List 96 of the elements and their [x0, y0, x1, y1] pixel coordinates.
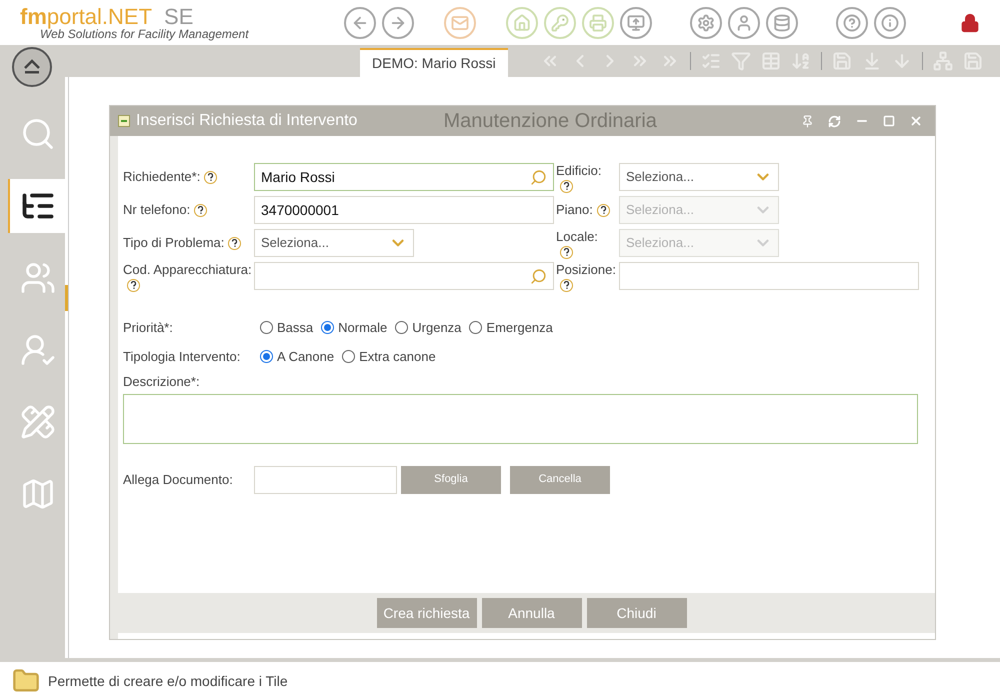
- field-label: Tipologia Intervento:: [123, 348, 242, 366]
- key-icon: [551, 14, 569, 32]
- radio-label: Extra canone: [359, 348, 436, 366]
- input-field[interactable]: 3470000001: [254, 196, 554, 224]
- lookup-field[interactable]: [254, 262, 554, 290]
- file-field[interactable]: [254, 466, 397, 494]
- gear-button[interactable]: [690, 6, 722, 38]
- help-icon[interactable]: [228, 236, 242, 250]
- close-icon[interactable]: [909, 114, 923, 128]
- user-icon: [735, 14, 753, 32]
- radio-button[interactable]: [260, 321, 273, 334]
- printer-button[interactable]: [582, 6, 614, 38]
- save-icon[interactable]: [962, 51, 983, 71]
- help-button[interactable]: [836, 6, 868, 38]
- forward-arrow-button[interactable]: [382, 6, 414, 38]
- help-icon[interactable]: [194, 204, 208, 216]
- help-icon[interactable]: [560, 180, 573, 192]
- key-button[interactable]: [544, 6, 576, 38]
- eject-button[interactable]: [12, 47, 52, 87]
- monitor-button[interactable]: [620, 6, 652, 38]
- help-icon[interactable]: [204, 170, 218, 184]
- help-icon[interactable]: [127, 278, 140, 292]
- field-label: Posizione:: [556, 260, 616, 278]
- filter-icon[interactable]: [730, 51, 751, 71]
- field-label: Richiedente*:: [123, 168, 200, 186]
- radio-button[interactable]: [260, 350, 273, 363]
- attachment-button[interactable]: Sfoglia: [401, 466, 501, 494]
- radio-button[interactable]: [469, 321, 482, 334]
- radio-label: Emergenza: [486, 319, 553, 337]
- radio-button[interactable]: [395, 321, 408, 334]
- dialog-button[interactable]: Crea richiesta: [376, 598, 476, 628]
- radio-button[interactable]: [342, 350, 356, 363]
- field-label: Cod. Apparecchiatura:: [123, 260, 252, 278]
- status-text: Permette di creare e/o modificare i Tile: [48, 672, 288, 690]
- home-icon: [513, 14, 531, 32]
- logo-text: fmportal.NET: [20, 6, 152, 28]
- radio-button[interactable]: [321, 321, 334, 334]
- printer-icon: [589, 14, 607, 32]
- tree-icon[interactable]: [932, 51, 953, 71]
- back-arrow-button[interactable]: [344, 6, 376, 38]
- select-field[interactable]: Seleziona...: [619, 163, 779, 191]
- background-heading: Manutenzione Ordinaria: [443, 109, 657, 134]
- radio-label: Normale: [338, 319, 388, 337]
- dialog-button[interactable]: Annulla: [482, 598, 582, 628]
- refresh-icon[interactable]: [828, 114, 841, 128]
- field-label: Locale:: [556, 228, 598, 246]
- help-icon: [843, 14, 861, 32]
- tagline: Web Solutions for Facility Management: [40, 28, 250, 40]
- gear-icon: [697, 14, 715, 32]
- mail-button[interactable]: [444, 6, 476, 38]
- radio-label: A Canone: [277, 348, 334, 366]
- monitor-icon: [627, 14, 645, 32]
- database-button[interactable]: [766, 6, 798, 38]
- users-icon: [20, 260, 56, 296]
- select-field[interactable]: Seleziona...: [254, 229, 414, 257]
- help-icon[interactable]: [596, 204, 610, 216]
- user-icon: [20, 332, 56, 368]
- user-button[interactable]: [728, 6, 760, 38]
- eject-icon: [22, 59, 42, 75]
- edition-text: SE: [164, 6, 194, 28]
- table-icon[interactable]: [760, 51, 781, 71]
- document-icon: [118, 115, 130, 127]
- help-icon[interactable]: [560, 246, 573, 258]
- sidebar-item[interactable]: [8, 179, 65, 233]
- lookup-field[interactable]: Mario Rossi: [254, 163, 554, 191]
- tab[interactable]: DEMO: Mario Rossi: [360, 48, 508, 77]
- field-label: Nr telefono:: [123, 201, 190, 220]
- checklist-icon[interactable]: [700, 51, 721, 71]
- maximize-icon[interactable]: [883, 115, 895, 127]
- dialog-title: Inserisci Richiesta di Intervento: [136, 111, 358, 131]
- save-icon[interactable]: [832, 51, 852, 71]
- input-field[interactable]: [619, 262, 919, 290]
- radio-label: Bassa: [277, 319, 314, 337]
- field-label: Descrizione*:: [123, 373, 201, 391]
- description-field[interactable]: [123, 394, 918, 444]
- mail-icon: [451, 14, 469, 32]
- info-icon: [881, 14, 899, 32]
- sort-icon[interactable]: [790, 51, 811, 71]
- field-label: Edificio:: [556, 162, 602, 180]
- field-label: Priorità*:: [123, 319, 174, 337]
- database-icon: [773, 14, 791, 32]
- pin-icon[interactable]: [801, 114, 814, 128]
- plan-icon: [20, 404, 56, 440]
- field-label: Tipo di Problema:: [123, 234, 224, 252]
- help-icon[interactable]: [560, 278, 573, 292]
- search-icon[interactable]: [530, 268, 547, 284]
- lock-icon[interactable]: [960, 12, 980, 32]
- collapse-handle[interactable]: [65, 284, 68, 310]
- field-label: Allega Documento:: [123, 470, 234, 489]
- search-icon[interactable]: [530, 168, 547, 186]
- info-button[interactable]: [874, 6, 906, 38]
- home-button[interactable]: [506, 6, 538, 38]
- radio-label: Urgenza: [412, 319, 462, 337]
- attachment-button[interactable]: Cancella: [510, 466, 610, 494]
- dialog-button[interactable]: Chiudi: [586, 598, 686, 628]
- field-label: Piano:: [556, 201, 593, 220]
